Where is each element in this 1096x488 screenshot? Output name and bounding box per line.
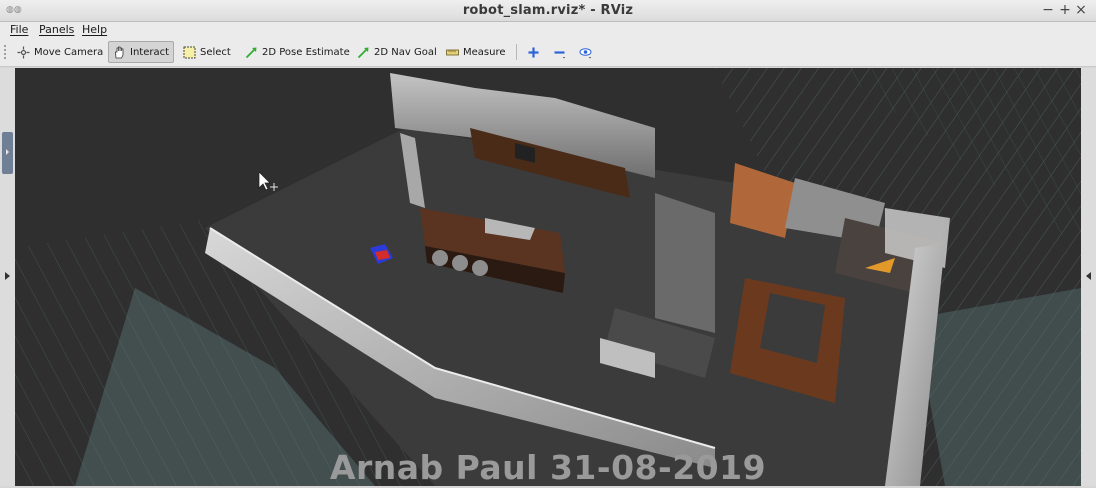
close-icon[interactable]: × (1073, 2, 1089, 18)
tool-label: 2D Pose Estimate (262, 46, 350, 58)
green-arrow-icon (357, 46, 370, 59)
expand-left-panel-icon[interactable] (5, 272, 10, 280)
add-tool-button[interactable] (522, 41, 545, 63)
toolbar-separator (516, 44, 517, 60)
maximize-icon[interactable]: + (1057, 2, 1073, 18)
tool-select[interactable]: Select (178, 41, 236, 63)
tool-2d-pose-estimate[interactable]: 2D Pose Estimate (240, 41, 355, 63)
right-dock-strip (1081, 68, 1096, 486)
tool-label: Move Camera (34, 46, 104, 58)
toolbar-grip[interactable] (3, 44, 7, 60)
remove-tool-button[interactable] (548, 41, 571, 63)
left-dock-handle[interactable] (2, 132, 13, 174)
render-viewport[interactable] (15, 68, 1081, 486)
tool-measure[interactable]: Measure (441, 41, 511, 63)
camera-view-icon (579, 46, 592, 59)
tool-label: Measure (463, 46, 506, 58)
expand-right-panel-icon[interactable] (1086, 272, 1091, 280)
ruler-icon (446, 46, 459, 59)
left-dock-strip (0, 68, 15, 486)
tool-2d-nav-goal[interactable]: 2D Nav Goal (352, 41, 442, 63)
tool-label: Select (200, 46, 231, 58)
minimize-icon[interactable]: − (1040, 2, 1056, 18)
menu-bar: File Panels Help (0, 22, 1096, 38)
move-camera-icon (17, 46, 30, 59)
menu-panels[interactable]: Panels (39, 22, 74, 38)
hand-icon (113, 46, 126, 59)
select-box-icon (183, 46, 196, 59)
slam-map-render (15, 68, 1081, 486)
green-arrow-icon (245, 46, 258, 59)
tool-interact[interactable]: Interact (108, 41, 175, 63)
remove-tool-icon (553, 46, 566, 59)
title-bar: ◍◍ robot_slam.rviz* - RViz − + × (0, 0, 1096, 22)
tools-toolbar: Move Camera Interact Select 2D Pose Esti… (0, 38, 1096, 67)
tool-move-camera[interactable]: Move Camera (12, 41, 108, 63)
camera-view-button[interactable] (574, 41, 597, 63)
menu-help[interactable]: Help (82, 22, 107, 38)
watermark-text: Arnab Paul 31-08-2019 (329, 448, 767, 487)
tool-label: 2D Nav Goal (374, 46, 437, 58)
tool-label: Interact (130, 46, 170, 58)
add-tool-icon (527, 46, 540, 59)
menu-file[interactable]: File (10, 22, 28, 38)
window-title: robot_slam.rviz* - RViz (462, 3, 634, 18)
